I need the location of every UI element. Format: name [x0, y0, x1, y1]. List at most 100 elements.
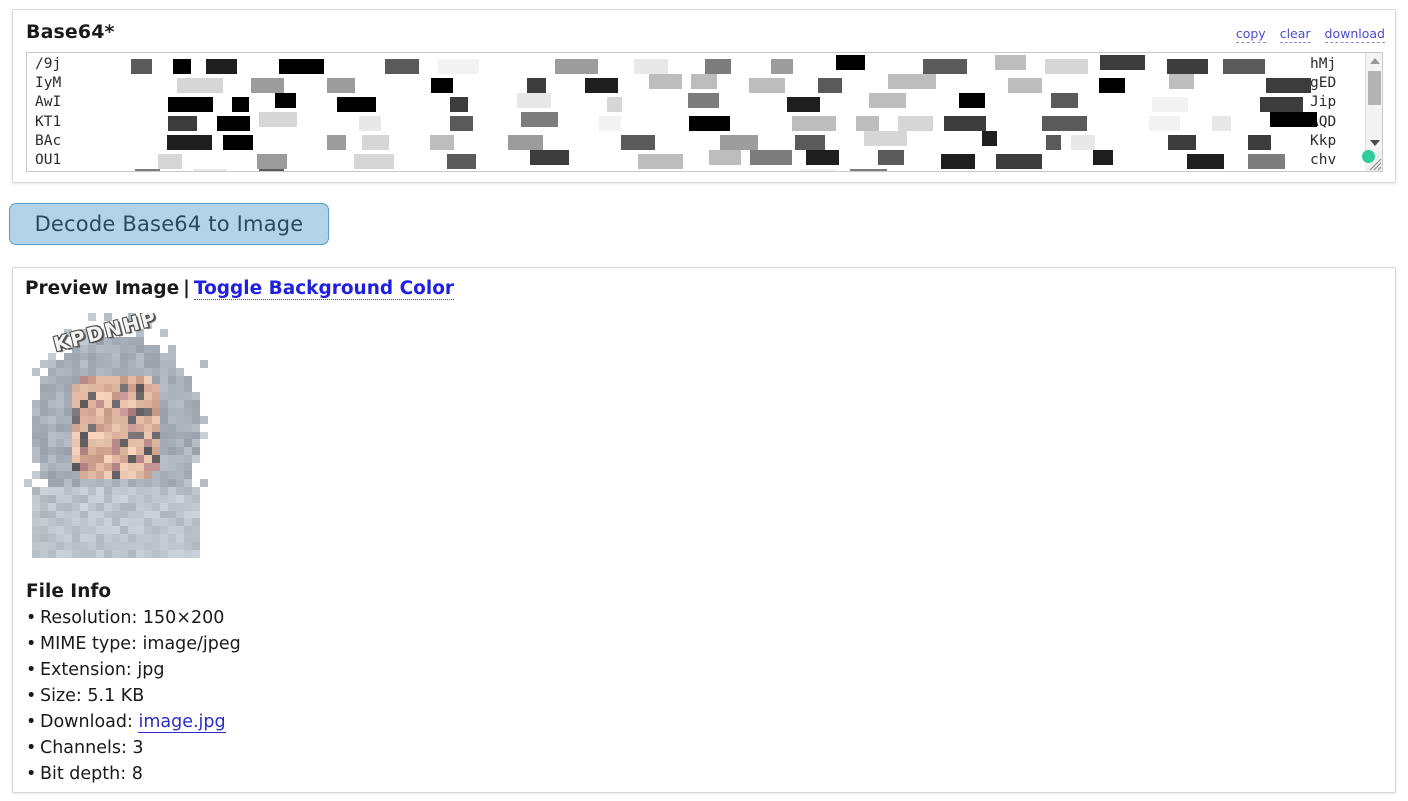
redacted-text-block	[507, 135, 544, 150]
redacted-text-block	[1148, 116, 1180, 131]
redacted-text-block	[192, 169, 227, 171]
redacted-text-block	[517, 93, 552, 108]
redacted-text-block	[1098, 78, 1126, 93]
redacted-text-block	[1266, 78, 1312, 93]
redacted-text-block	[361, 135, 389, 150]
redacted-base64-overlay	[27, 53, 1382, 171]
file-info-label: Resolution:	[40, 608, 143, 628]
redacted-text-block	[638, 154, 683, 169]
redacted-text-block	[1186, 154, 1224, 169]
redacted-text-block	[791, 116, 836, 131]
file-info-label: MIME type:	[40, 634, 143, 654]
redacted-text-block	[888, 74, 936, 89]
cursor-dot	[1362, 150, 1375, 163]
redacted-text-block	[750, 150, 792, 165]
file-info-label: Size:	[40, 686, 88, 706]
file-info-item: • Extension: jpg	[26, 657, 241, 683]
textarea-content[interactable]: /9j IyM AwI KT1 BAc OU1 hMj gED Jip AQD …	[27, 53, 1382, 171]
redacted-text-block	[205, 59, 238, 74]
redacted-text-block	[720, 135, 758, 150]
redacted-text-block	[135, 169, 160, 171]
base64-textarea[interactable]: /9j IyM AwI KT1 BAc OU1 hMj gED Jip AQD …	[26, 52, 1383, 172]
redacted-text-block	[1071, 135, 1096, 150]
file-info-title: File Info	[26, 581, 112, 602]
redacted-text-block	[521, 112, 559, 127]
clear-link[interactable]: clear	[1279, 26, 1311, 43]
redacted-text-block	[327, 135, 347, 150]
redacted-text-block	[437, 59, 480, 74]
file-info-label: Download:	[40, 712, 139, 732]
redacted-text-block	[1168, 74, 1195, 89]
redacted-text-block	[897, 116, 933, 131]
bullet-icon: •	[26, 764, 37, 784]
download-link[interactable]: download	[1324, 26, 1385, 43]
redacted-text-block	[599, 116, 622, 131]
redacted-text-block	[836, 55, 865, 70]
redacted-text-block	[995, 154, 1042, 169]
file-info-value: 5.1 KB	[87, 686, 145, 706]
redacted-text-block	[817, 78, 843, 93]
redacted-text-block	[529, 150, 569, 165]
redacted-text-block	[688, 93, 719, 108]
scrollbar-thumb[interactable]	[1368, 71, 1381, 105]
redacted-text-block	[259, 112, 298, 127]
redacted-text-block	[800, 169, 835, 171]
redacted-text-block	[1046, 135, 1061, 150]
redacted-text-block	[167, 116, 197, 131]
redacted-text-block	[806, 150, 840, 165]
redacted-text-block	[1007, 78, 1043, 93]
redacted-text-block	[1248, 154, 1285, 169]
redacted-text-block	[607, 97, 622, 112]
page-root: Base64* copy clear download /9j IyM AwI …	[0, 0, 1408, 801]
redacted-text-block	[688, 116, 731, 131]
redacted-text-block	[167, 135, 213, 150]
download-file-link[interactable]: image.jpg	[138, 712, 226, 733]
redacted-text-block	[1093, 150, 1113, 165]
bullet-icon: •	[26, 738, 37, 758]
file-info-list: • Resolution: 150×200 • MIME type: image/jp…	[26, 605, 241, 787]
redacted-text-block	[621, 135, 655, 150]
decode-base64-to-image-button[interactable]: Decode Base64 to Image	[9, 203, 329, 245]
redacted-text-block	[1044, 59, 1088, 74]
image-pixel	[200, 550, 208, 558]
redacted-text-block	[275, 93, 297, 108]
redacted-text-block	[864, 131, 907, 146]
bullet-icon: •	[26, 634, 37, 654]
redacted-text-block	[855, 116, 879, 131]
redacted-text-block	[257, 154, 287, 169]
redacted-text-block	[222, 135, 253, 150]
preview-image-thumbnail[interactable]: KPDNHP	[24, 313, 208, 558]
file-info-item: • MIME type: image/jpeg	[26, 631, 241, 657]
redacted-text-block	[1166, 59, 1209, 74]
file-info-label: Extension:	[40, 660, 138, 680]
redacted-text-block	[449, 116, 473, 131]
toggle-background-color-link[interactable]: Toggle Background Color	[193, 278, 455, 300]
redacted-text-block	[982, 131, 997, 146]
redacted-text-block	[943, 116, 986, 131]
redacted-text-block	[130, 59, 152, 74]
decoded-image-render	[24, 313, 208, 558]
redacted-text-block	[527, 78, 546, 93]
textarea-toolbar: copy clear download	[1235, 26, 1385, 43]
page-title: Base64*	[26, 21, 115, 43]
scroll-up-arrow-icon[interactable]	[1366, 53, 1382, 69]
file-info-section: File Info • Resolution: 150×200 • MIME type…	[26, 581, 241, 787]
copy-link[interactable]: copy	[1235, 26, 1266, 43]
redacted-text-block	[748, 78, 785, 93]
redacted-text-block	[1042, 116, 1087, 131]
redacted-text-block	[690, 74, 718, 89]
redacted-text-block	[157, 154, 182, 169]
redacted-text-block	[337, 97, 376, 112]
scroll-down-arrow-icon[interactable]	[1366, 135, 1382, 151]
redacted-text-block	[1222, 59, 1265, 74]
preview-panel: Preview Image | Toggle Background Color KP…	[12, 267, 1396, 793]
redacted-text-block	[450, 97, 468, 112]
redacted-text-block	[231, 97, 250, 112]
file-info-item: • Resolution: 150×200	[26, 605, 241, 631]
bullet-icon: •	[26, 660, 37, 680]
redacted-text-block	[430, 135, 454, 150]
file-info-value: 8	[131, 764, 143, 784]
redacted-text-block	[849, 169, 887, 171]
textarea-left-text: /9j IyM AwI KT1 BAc OU1	[35, 56, 62, 169]
bullet-icon: •	[26, 712, 37, 732]
